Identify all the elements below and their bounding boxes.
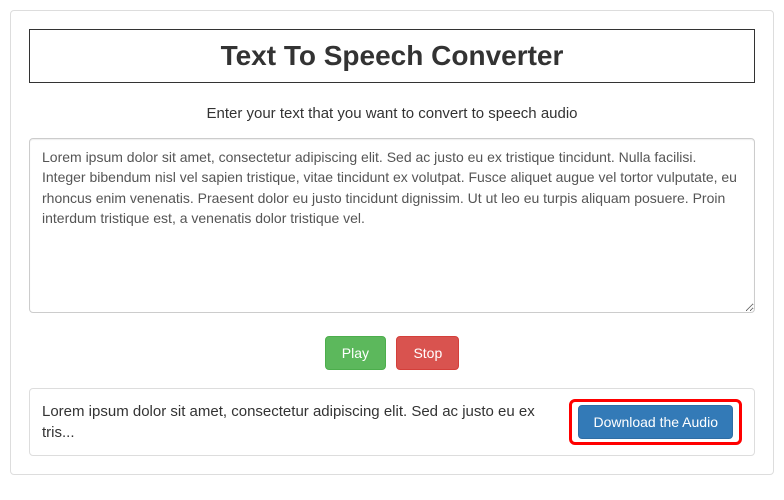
title-box: Text To Speech Converter	[29, 29, 755, 83]
play-button[interactable]: Play	[325, 336, 386, 370]
app-panel: Text To Speech Converter Enter your text…	[10, 10, 774, 475]
stop-button[interactable]: Stop	[396, 336, 459, 370]
download-audio-button[interactable]: Download the Audio	[578, 405, 733, 439]
result-row: Lorem ipsum dolor sit amet, consectetur …	[29, 388, 755, 456]
result-preview-text: Lorem ipsum dolor sit amet, consectetur …	[42, 401, 557, 443]
page-title: Text To Speech Converter	[40, 40, 744, 72]
text-input[interactable]	[29, 138, 755, 313]
prompt-text: Enter your text that you want to convert…	[29, 105, 755, 122]
controls-row: Play Stop	[29, 336, 755, 370]
download-highlight: Download the Audio	[569, 399, 742, 445]
